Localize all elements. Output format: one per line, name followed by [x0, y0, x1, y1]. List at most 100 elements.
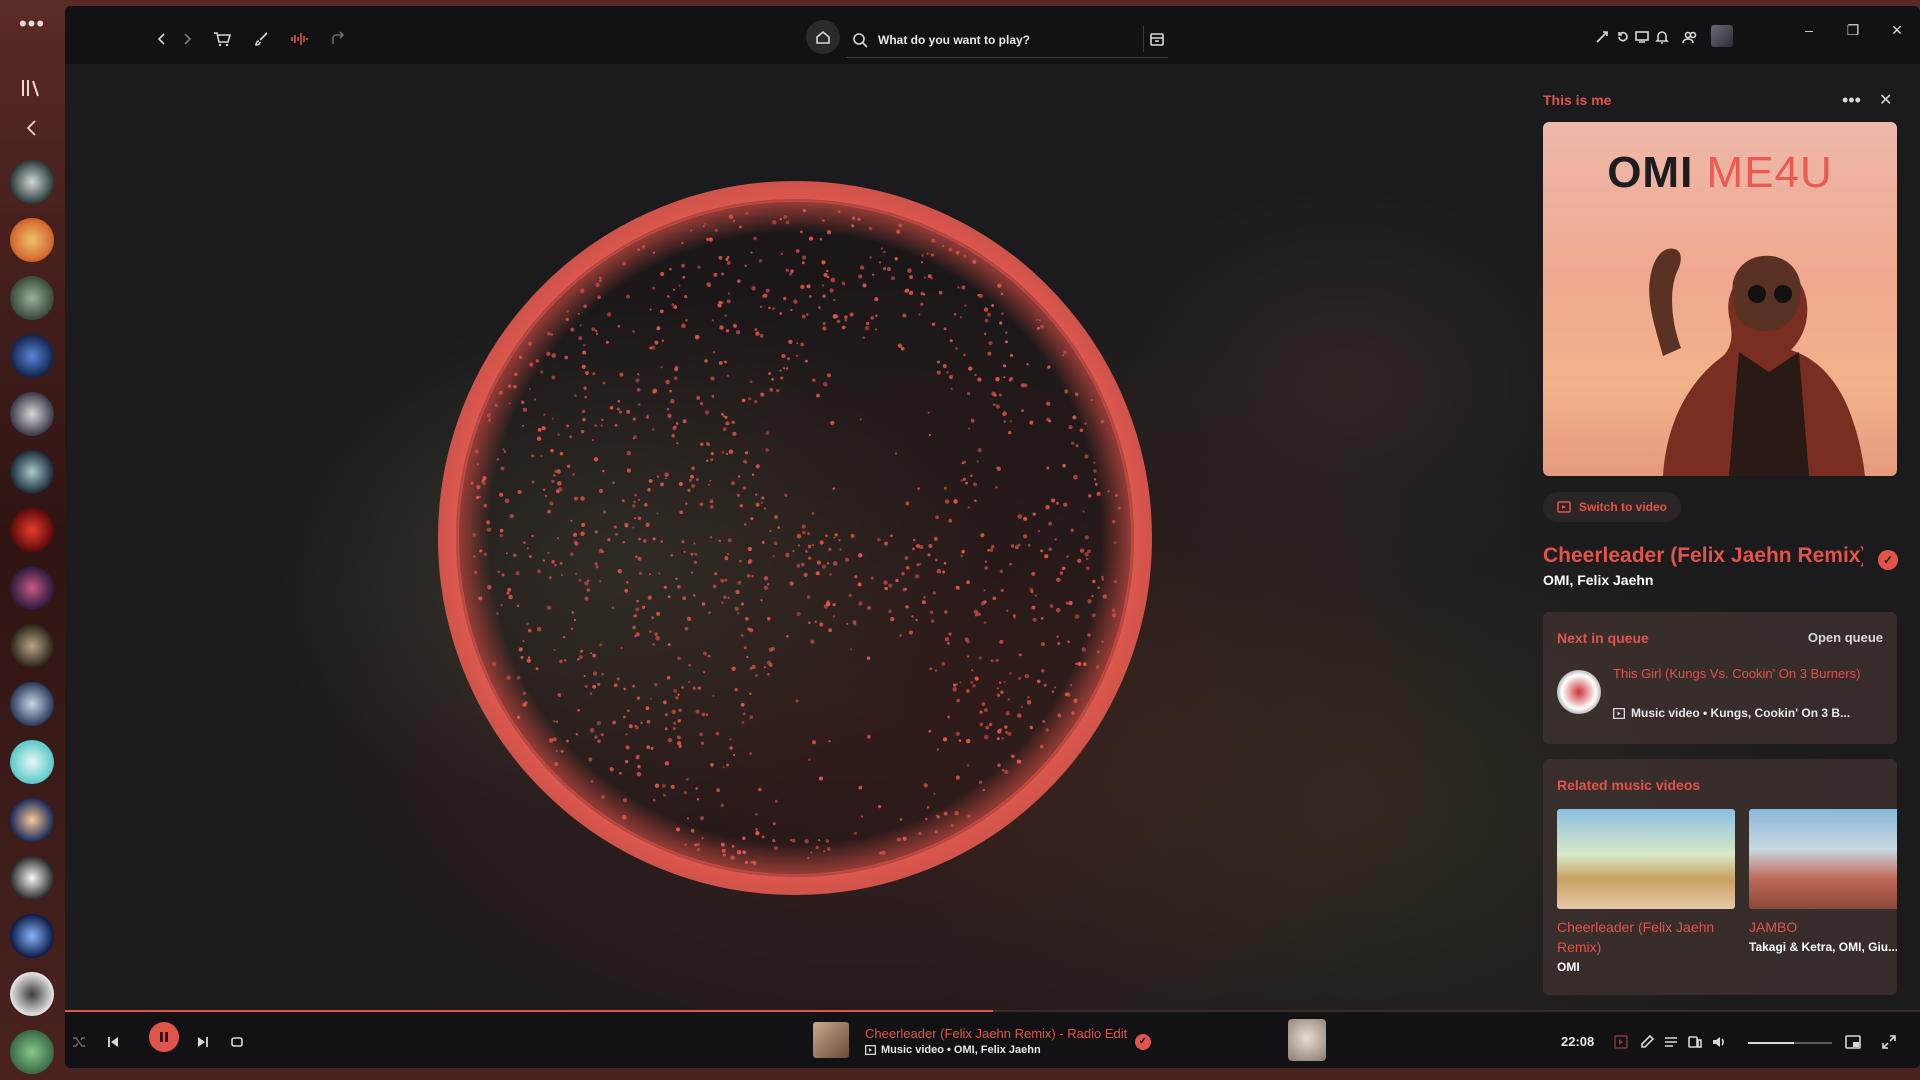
switch-label: Switch to video [1579, 500, 1668, 514]
collapse-icon[interactable] [22, 118, 42, 138]
bell-icon[interactable] [1655, 29, 1669, 45]
share-icon[interactable] [327, 28, 349, 50]
related-videos-card: Related music videos Cheerleader (Felix … [1543, 759, 1897, 995]
video-icon [1613, 707, 1625, 719]
avatar[interactable] [1711, 25, 1733, 47]
volume-slider[interactable] [1748, 1042, 1832, 1044]
library-item[interactable] [10, 914, 54, 958]
forward-icon[interactable] [176, 28, 198, 50]
track-artists[interactable]: OMI, Felix Jaehn [1543, 572, 1653, 588]
library-item[interactable] [10, 972, 54, 1016]
home-button[interactable] [806, 20, 840, 54]
library-item[interactable] [10, 740, 54, 784]
more-options-icon[interactable]: ••• [1842, 90, 1861, 111]
now-playing-view-icon[interactable] [1611, 1032, 1631, 1052]
library-item[interactable] [10, 682, 54, 726]
search-icon [853, 32, 868, 48]
close-icon[interactable]: ✕ [1879, 90, 1892, 110]
library-item[interactable] [10, 508, 54, 552]
restore-icon[interactable]: ❐ [1843, 22, 1863, 42]
related-video-item[interactable]: Cheerleader (Felix Jaehn Remix) OMI [1557, 809, 1735, 977]
history-icon[interactable] [1616, 30, 1630, 44]
top-bar: – ❐ ✕ [65, 6, 1920, 64]
related-video-artist[interactable]: Takagi & Ketra, OMI, Giu... [1749, 937, 1897, 957]
next-in-queue-card: Next in queue Open queue This Girl (Kung… [1543, 612, 1897, 744]
close-window-icon[interactable]: ✕ [1887, 22, 1907, 42]
queue-heading: Next in queue [1557, 630, 1649, 646]
miniplayer-icon[interactable] [1843, 1032, 1863, 1052]
track-title[interactable]: Cheerleader (Felix Jaehn Remix) [1543, 544, 1863, 568]
lyrics-icon[interactable] [1637, 1032, 1657, 1052]
related-video-title[interactable]: JAMBO [1749, 917, 1897, 937]
next-icon[interactable] [193, 1032, 213, 1052]
pause-icon [160, 1032, 168, 1042]
friends-icon[interactable] [1682, 29, 1698, 45]
main-window: – ❐ ✕ This is me ••• ✕ [65, 6, 1920, 1068]
library-item[interactable] [10, 392, 54, 436]
shuffle-icon[interactable] [69, 1032, 89, 1052]
home-icon [816, 30, 830, 44]
back-icon[interactable] [151, 28, 173, 50]
mini-video-thumbnail[interactable] [1288, 1019, 1326, 1061]
browse-button[interactable] [1143, 26, 1169, 52]
now-playing-thumbnail[interactable] [813, 1022, 849, 1058]
menu-dots-icon[interactable]: ••• [19, 13, 45, 40]
queue-song-title[interactable]: This Girl (Kungs Vs. Cookin' On 3 Burner… [1613, 664, 1883, 684]
cart-icon[interactable] [211, 28, 233, 50]
miniplayer-small-icon[interactable] [1595, 30, 1609, 44]
cover-artwork [1649, 248, 1865, 476]
cover-artist: OMI [1607, 148, 1694, 197]
related-video-title[interactable]: Cheerleader (Felix Jaehn Remix) [1557, 917, 1735, 957]
video-icon [1557, 501, 1571, 513]
player-bar: Cheerleader (Felix Jaehn Remix) - Radio … [65, 1012, 1920, 1068]
related-video-thumbnail[interactable] [1749, 809, 1897, 909]
left-rail: ••• [0, 0, 64, 1080]
search-bar[interactable] [846, 22, 1168, 58]
minimize-icon[interactable]: – [1799, 22, 1819, 42]
library-icon[interactable] [20, 78, 44, 98]
queue-meta: Music video • Kungs, Cookin' On 3 B... [1613, 706, 1850, 720]
library-item[interactable] [10, 218, 54, 262]
browse-icon [1149, 33, 1164, 46]
library-item[interactable] [10, 856, 54, 900]
related-heading: Related music videos [1557, 777, 1701, 793]
previous-icon[interactable] [103, 1032, 123, 1052]
library-item[interactable] [10, 276, 54, 320]
volume-fill [1748, 1042, 1795, 1044]
queue-thumbnail[interactable] [1557, 670, 1601, 714]
switch-to-video-button[interactable]: Switch to video [1543, 492, 1682, 522]
repeat-icon[interactable] [227, 1032, 247, 1052]
album-cover: OMI ME4U [1543, 122, 1897, 476]
queue-meta-text: Music video • Kungs, Cookin' On 3 B... [1631, 706, 1851, 720]
related-video-thumbnail[interactable] [1557, 809, 1735, 909]
library-list [10, 160, 54, 1074]
library-item[interactable] [10, 450, 54, 494]
volume-icon[interactable] [1709, 1032, 1729, 1052]
now-playing-meta-text[interactable]: Music video • OMI, Felix Jaehn [881, 1044, 1041, 1056]
pause-button[interactable] [149, 1022, 179, 1052]
devices-icon[interactable] [1685, 1032, 1705, 1052]
queue-icon[interactable] [1661, 1032, 1681, 1052]
library-item[interactable] [10, 1030, 54, 1074]
library-item[interactable] [10, 624, 54, 668]
related-video-item[interactable]: JAMBO Takagi & Ketra, OMI, Giu... [1749, 809, 1897, 957]
now-playing-panel: This is me ••• ✕ OMI ME4U Switch to vide… [1543, 64, 1903, 995]
visualizer-orb [438, 181, 1152, 895]
brush-icon[interactable] [250, 28, 272, 50]
fullscreen-icon[interactable] [1879, 1032, 1899, 1052]
clock-time: 22:08 [1561, 1034, 1595, 1049]
open-queue-button[interactable]: Open queue [1808, 630, 1883, 645]
cover-title: OMI ME4U [1543, 148, 1897, 198]
check-icon[interactable]: ✓ [1135, 1034, 1151, 1050]
now-playing-title[interactable]: Cheerleader (Felix Jaehn Remix) - Radio … [865, 1026, 1127, 1041]
devices-top-icon[interactable] [1635, 30, 1649, 44]
library-item[interactable] [10, 798, 54, 842]
search-input[interactable] [878, 32, 1118, 47]
library-item[interactable] [10, 334, 54, 378]
related-video-artist[interactable]: OMI [1557, 957, 1735, 977]
panel-title: This is me [1543, 92, 1612, 108]
library-item[interactable] [10, 160, 54, 204]
library-item[interactable] [10, 566, 54, 610]
waveform-icon[interactable] [288, 28, 310, 50]
check-icon[interactable]: ✓ [1878, 550, 1898, 570]
